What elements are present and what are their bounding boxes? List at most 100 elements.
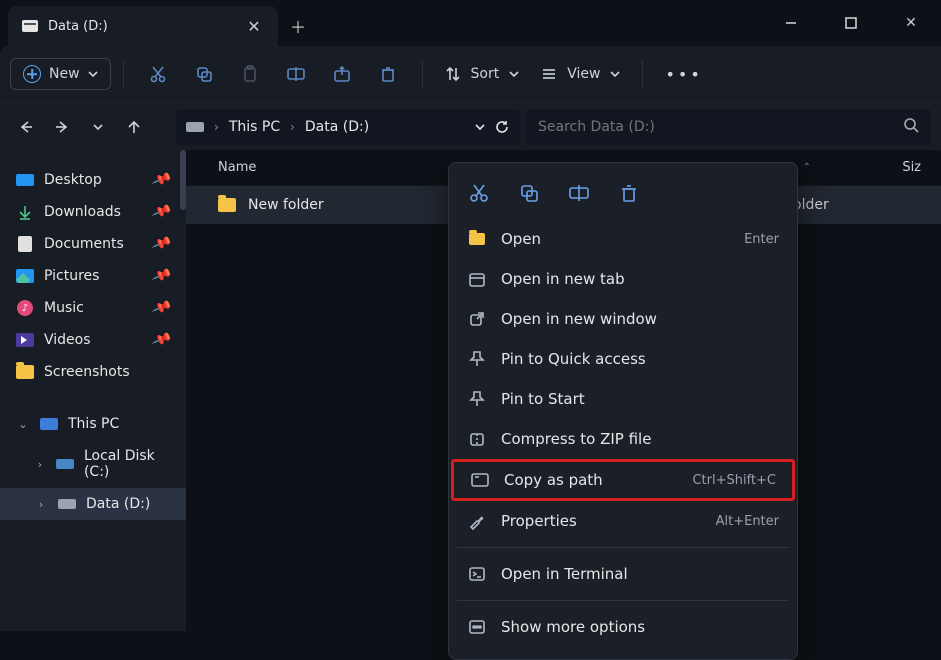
folder-icon — [16, 365, 34, 379]
column-size[interactable]: Siz — [891, 160, 921, 175]
ctx-copy-as-path[interactable]: Copy as path Ctrl+Shift+C — [451, 459, 795, 501]
ctx-open-terminal[interactable]: Open in Terminal — [449, 554, 797, 594]
sidebar-item-screenshots[interactable]: Screenshots — [0, 356, 186, 388]
copy-button[interactable] — [182, 56, 226, 92]
pin-icon — [467, 389, 487, 409]
refresh-button[interactable] — [494, 119, 510, 135]
view-icon — [541, 66, 557, 82]
pin-icon: 📌 — [150, 298, 172, 319]
search-icon — [903, 117, 919, 137]
chevron-down-icon — [88, 69, 98, 79]
sidebar-item-pictures[interactable]: Pictures📌 — [0, 260, 186, 292]
chevron-right-icon: › — [214, 120, 219, 134]
ctx-properties[interactable]: Properties Alt+Enter — [449, 501, 797, 541]
drive-icon — [56, 459, 74, 469]
chevron-down-icon[interactable]: ⌄ — [16, 418, 30, 431]
more-icon — [467, 617, 487, 637]
view-label: View — [567, 66, 600, 82]
breadcrumb-root[interactable]: This PC — [229, 119, 280, 135]
ctx-delete-button[interactable] — [613, 179, 645, 207]
ctx-open-new-tab[interactable]: Open in new tab — [449, 259, 797, 299]
minimize-button[interactable] — [761, 0, 821, 46]
folder-open-icon — [467, 229, 487, 249]
drive-icon — [58, 499, 76, 509]
ctx-cut-button[interactable] — [463, 179, 495, 207]
up-button[interactable] — [116, 109, 152, 145]
paste-button[interactable] — [228, 56, 272, 92]
ctx-rename-button[interactable] — [563, 179, 595, 207]
tab-icon — [467, 269, 487, 289]
sidebar-item-desktop[interactable]: Desktop📌 — [0, 164, 186, 196]
drive-icon — [186, 122, 204, 132]
breadcrumb-drive[interactable]: Data (D:) — [305, 119, 369, 135]
documents-icon — [18, 236, 32, 252]
column-name[interactable]: Name — [218, 160, 256, 175]
back-button[interactable] — [8, 109, 44, 145]
ctx-compress-zip[interactable]: Compress to ZIP file — [449, 419, 797, 459]
pin-icon: 📌 — [150, 266, 172, 287]
ctx-show-more[interactable]: Show more options — [449, 607, 797, 647]
share-button[interactable] — [320, 56, 364, 92]
terminal-icon — [467, 564, 487, 584]
pin-icon: 📌 — [150, 170, 172, 191]
zip-icon — [467, 429, 487, 449]
plus-circle-icon — [23, 65, 41, 83]
sidebar-item-music[interactable]: Music📌 — [0, 292, 186, 324]
desktop-icon — [16, 174, 34, 186]
sort-icon — [445, 66, 461, 82]
context-separator — [457, 547, 789, 548]
search-input[interactable] — [538, 119, 903, 135]
recent-button[interactable] — [80, 109, 116, 145]
toolbar-separator — [123, 60, 124, 88]
sidebar-item-downloads[interactable]: Downloads📌 — [0, 196, 186, 228]
pin-icon: 📌 — [150, 234, 172, 255]
chevron-right-icon[interactable]: › — [34, 498, 48, 511]
sidebar-item-data-d[interactable]: ›Data (D:) — [0, 488, 186, 520]
ctx-open[interactable]: Open Enter — [449, 219, 797, 259]
close-window-button[interactable]: ✕ — [881, 0, 941, 46]
delete-button[interactable] — [366, 56, 410, 92]
pin-icon: 📌 — [150, 330, 172, 351]
context-menu: Open Enter Open in new tab Open in new w… — [448, 162, 798, 660]
pc-icon — [40, 418, 58, 430]
videos-icon — [16, 333, 34, 347]
copy-path-icon — [470, 470, 490, 490]
sort-label: Sort — [471, 66, 500, 82]
more-button[interactable]: ••• — [655, 65, 712, 84]
sidebar-item-documents[interactable]: Documents📌 — [0, 228, 186, 260]
navigation-pane: Desktop📌 Downloads📌 Documents📌 Pictures📌… — [0, 150, 186, 631]
sort-button[interactable]: Sort — [435, 60, 530, 88]
ctx-pin-quick-access[interactable]: Pin to Quick access — [449, 339, 797, 379]
chevron-right-icon[interactable]: › — [34, 458, 46, 471]
sidebar-item-videos[interactable]: Videos📌 — [0, 324, 186, 356]
tab-title: Data (D:) — [48, 19, 234, 34]
wrench-icon — [467, 511, 487, 531]
address-bar[interactable]: › This PC › Data (D:) — [176, 109, 520, 145]
drive-icon — [22, 20, 38, 32]
maximize-button[interactable] — [821, 0, 881, 46]
file-name: New folder — [248, 197, 324, 213]
context-separator — [457, 600, 789, 601]
sort-indicator-icon: ⌃ — [803, 162, 811, 173]
forward-button[interactable] — [44, 109, 80, 145]
toolbar-separator — [422, 60, 423, 88]
sidebar-item-local-disk-c[interactable]: ›Local Disk (C:) — [0, 440, 186, 488]
pin-icon — [467, 349, 487, 369]
external-icon — [467, 309, 487, 329]
chevron-down-icon[interactable] — [474, 121, 486, 133]
ctx-pin-start[interactable]: Pin to Start — [449, 379, 797, 419]
new-button[interactable]: New — [10, 58, 111, 90]
view-button[interactable]: View — [531, 60, 630, 88]
chevron-down-icon — [509, 69, 519, 79]
cut-button[interactable] — [136, 56, 180, 92]
search-box[interactable] — [526, 109, 931, 145]
toolbar-separator — [642, 60, 643, 88]
close-tab-button[interactable]: ✕ — [244, 16, 264, 36]
ctx-open-new-window[interactable]: Open in new window — [449, 299, 797, 339]
new-tab-button[interactable]: ＋ — [278, 6, 318, 46]
ctx-copy-button[interactable] — [513, 179, 545, 207]
folder-icon — [218, 198, 236, 212]
rename-button[interactable] — [274, 56, 318, 92]
sidebar-item-this-pc[interactable]: ⌄This PC — [0, 408, 186, 440]
window-tab[interactable]: Data (D:) ✕ — [8, 6, 278, 46]
